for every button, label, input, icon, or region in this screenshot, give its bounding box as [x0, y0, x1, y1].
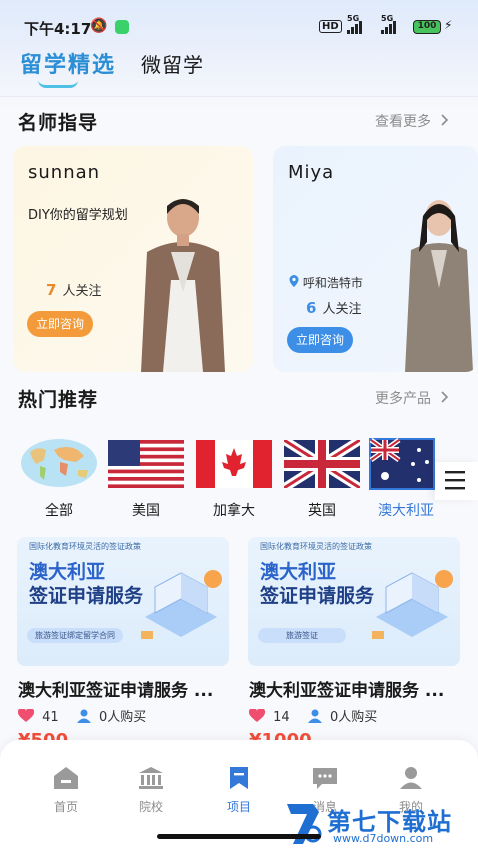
country-label-canada[interactable]: 加拿大: [194, 500, 274, 520]
follow-number: 7: [46, 281, 57, 299]
more-products-label: 更多产品: [375, 391, 431, 407]
banner-line2: 签证申请服务: [29, 585, 144, 607]
uk-flag-icon[interactable]: [284, 440, 360, 488]
country-label-usa[interactable]: 美国: [106, 500, 186, 520]
world-map-icon[interactable]: [20, 438, 98, 488]
active-tab-indicator: [38, 80, 78, 88]
product-meta: 14 0人购买: [248, 706, 378, 725]
country-label-all[interactable]: 全部: [20, 500, 98, 520]
message-icon: [313, 768, 337, 789]
product-meta: 41 0人购买: [17, 706, 147, 725]
signal-icon: 5G: [347, 14, 362, 34]
signal-5g-label-1: 5G: [347, 14, 360, 23]
tab-micro-study-abroad[interactable]: 微留学: [141, 49, 204, 78]
consult-now-button[interactable]: 立即咨询: [287, 327, 353, 353]
likes-count: 14: [273, 710, 290, 725]
divider: [0, 96, 478, 97]
product-title[interactable]: 澳大利亚签证申请服务 ...: [18, 676, 233, 701]
teacher-name: sunnan: [28, 162, 101, 183]
buyers-count: 0人购买: [329, 710, 378, 725]
follow-number: 6: [306, 299, 317, 317]
project-icon: [230, 767, 248, 789]
teacher-photo: [141, 199, 225, 372]
heart-icon: [248, 707, 266, 722]
location-pin-icon: [289, 275, 299, 287]
watermark-url: www.d7down.com: [333, 832, 434, 845]
home-icon: [54, 767, 78, 789]
section-title-hot: 热门推荐: [18, 389, 99, 411]
teacher-description: DIY你的留学规划: [28, 208, 128, 223]
isometric-building-illustration: [141, 570, 222, 639]
country-filter-strip: 全部 美国 加拿大 英国 澳大利亚: [0, 430, 478, 522]
tab-study-abroad-selection[interactable]: 留学精选: [20, 47, 116, 79]
likes-count: 41: [42, 710, 59, 725]
nav-label: 首页: [53, 800, 78, 814]
banner-line1: 澳大利亚: [29, 561, 106, 583]
usa-flag-icon[interactable]: [108, 440, 184, 488]
banner-tag: 旅游签证: [258, 628, 346, 643]
view-more-label: 查看更多: [375, 114, 431, 130]
home-indicator[interactable]: [157, 834, 321, 839]
teacher-name: Miya: [288, 162, 335, 183]
banner-line1: 澳大利亚: [260, 561, 337, 583]
consult-now-button[interactable]: 立即咨询: [27, 311, 93, 337]
watermark-logo: [287, 804, 322, 844]
charging-icon: ⚡: [444, 18, 453, 32]
user-icon: [76, 709, 91, 723]
location-label: 呼和浩特市: [302, 276, 363, 290]
signal-icon: 5G: [381, 14, 396, 34]
signal-5g-label-2: 5G: [381, 14, 394, 23]
teacher-photo: [405, 200, 473, 372]
bell-muted-icon: 🔕: [90, 18, 108, 34]
country-label-uk[interactable]: 英国: [282, 500, 362, 520]
buyers-count: 0人购买: [98, 710, 147, 725]
product-banner[interactable]: 国际化教育环境灵活的签证政策 澳大利亚 签证申请服务 旅游签证: [248, 537, 460, 666]
banner-small-text: 国际化教育环境灵活的签证政策: [29, 542, 141, 551]
wechat-icon: [115, 20, 129, 34]
teacher-card[interactable]: sunnan DIY你的留学规划 7 人关注 立即咨询: [13, 146, 253, 372]
product-title[interactable]: 澳大利亚签证申请服务 ...: [249, 676, 464, 701]
chevron-right-icon: [441, 391, 449, 403]
view-more-teachers-link[interactable]: 查看更多: [375, 111, 450, 131]
teacher-card[interactable]: Miya 呼和浩特市 6 人关注 立即咨询: [273, 146, 478, 372]
follow-count: 6 人关注: [306, 298, 361, 317]
country-label-australia[interactable]: 澳大利亚: [378, 500, 458, 520]
canada-flag-icon[interactable]: [196, 440, 272, 488]
menu-icon: [445, 471, 465, 490]
category-menu-button[interactable]: [435, 462, 478, 500]
profile-icon: [400, 767, 422, 789]
isometric-building-illustration: [372, 570, 453, 639]
banner-small-text: 国际化教育环境灵活的签证政策: [260, 542, 372, 551]
nav-item-home[interactable]: 首页: [36, 766, 96, 815]
follow-count: 7 人关注: [46, 280, 101, 299]
status-bar: 下午4:17 🔕 HD 5G 5G 100 ⚡: [0, 0, 478, 40]
nav-item-schools[interactable]: 院校: [121, 766, 181, 815]
teacher-location: 呼和浩特市: [289, 274, 363, 291]
chevron-right-icon: [441, 114, 449, 126]
user-icon: [307, 709, 322, 723]
nav-label: 项目: [226, 800, 251, 814]
school-icon: [139, 767, 163, 789]
status-time: 下午4:17: [24, 20, 92, 38]
follow-label: 人关注: [322, 302, 362, 317]
watermark: 第七下载站 www.d7down.com: [283, 800, 475, 850]
hd-badge: HD: [319, 20, 342, 33]
nav-item-projects[interactable]: 项目: [209, 766, 269, 815]
australia-flag-icon[interactable]: [369, 438, 435, 490]
banner-tag: 旅游签证绑定留学合同: [27, 628, 123, 643]
more-products-link[interactable]: 更多产品: [375, 388, 450, 408]
heart-icon: [17, 707, 35, 722]
battery-icon: 100: [413, 20, 441, 34]
follow-label: 人关注: [62, 284, 102, 299]
section-title-teachers: 名师指导: [18, 112, 99, 134]
product-banner[interactable]: 国际化教育环境灵活的签证政策 澳大利亚 签证申请服务 旅游签证绑定留学合同: [17, 537, 229, 666]
banner-line2: 签证申请服务: [260, 585, 375, 607]
nav-label: 院校: [138, 800, 163, 814]
